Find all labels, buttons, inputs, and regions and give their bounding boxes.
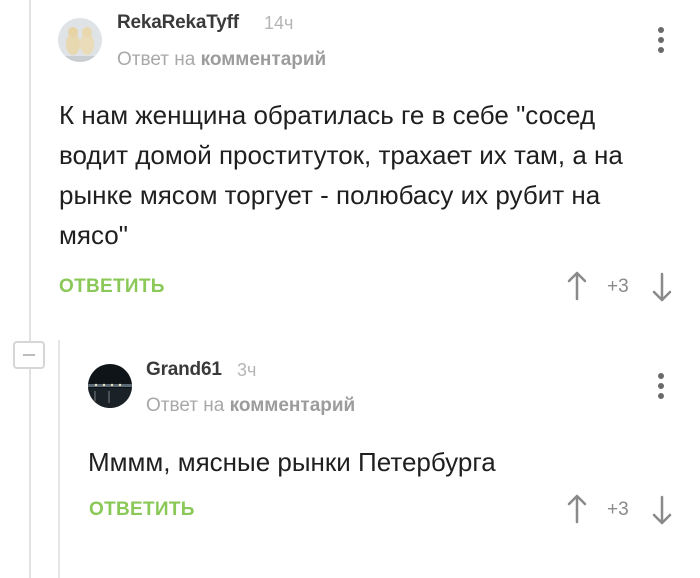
avatar[interactable] [58,18,102,62]
reply-to-prefix: Ответ на [117,49,196,70]
vote-score: +3 [607,276,629,297]
more-vertical-icon[interactable] [658,27,664,53]
vote-score: +3 [607,499,629,520]
arrow-up-icon[interactable] [566,271,588,301]
arrow-down-icon[interactable] [651,495,673,525]
avatar[interactable] [88,364,132,408]
comment-body: Мммм, мясные рынки Петербурга [88,447,496,477]
reply-thread-line [58,340,60,578]
reply-to-info: Ответ на комментарий [117,49,326,71]
reply-button[interactable]: ОТВЕТИТЬ [59,276,165,298]
comment-time: 3ч [237,360,257,380]
collapse-thread-button[interactable] [13,341,45,369]
thread-line [29,0,31,578]
reply-to-link[interactable]: комментарий [201,49,327,70]
arrow-up-icon[interactable] [566,494,588,524]
reply-to-prefix: Ответ на [146,395,225,416]
comment-author[interactable]: Grand61 [146,359,222,381]
comment-author[interactable]: RekaRekaTyff [117,12,239,34]
reply-to-info: Ответ на комментарий [146,395,355,417]
more-vertical-icon[interactable] [658,373,664,399]
comment-time: 14ч [264,13,294,33]
reply-button[interactable]: ОТВЕТИТЬ [89,499,195,521]
comment-body: К нам женщина обратилась ге в себе "сосе… [59,100,623,250]
arrow-down-icon[interactable] [651,272,673,302]
reply-to-link[interactable]: комментарий [230,395,356,416]
